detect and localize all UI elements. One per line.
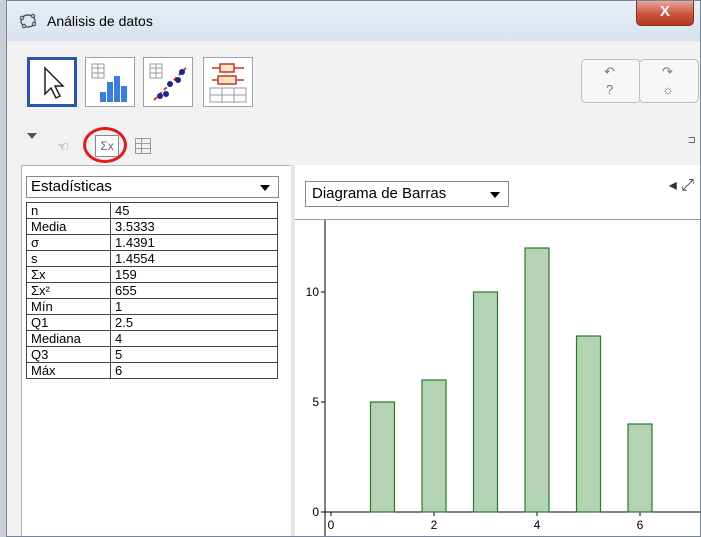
undo-icon[interactable]: ↶ bbox=[604, 64, 615, 80]
table-row: Media 3.5333 bbox=[26, 218, 278, 235]
stat-value: 6 bbox=[110, 362, 278, 379]
chevron-down-icon bbox=[260, 185, 270, 191]
title-bar[interactable]: Análisis de datos X bbox=[7, 1, 700, 42]
bar-1 bbox=[369, 401, 396, 513]
highlight-circle bbox=[83, 127, 127, 163]
stat-value: 3.5333 bbox=[110, 218, 278, 235]
style-bar-toggle-icon[interactable] bbox=[27, 133, 37, 139]
chart-type-label: Diagrama de Barras bbox=[312, 185, 447, 202]
y-tick-label: 0 bbox=[312, 505, 319, 519]
table-row: Q3 5 bbox=[26, 346, 278, 363]
bar-3 bbox=[472, 291, 499, 513]
stat-label: Máx bbox=[26, 362, 111, 379]
stat-value: 1 bbox=[110, 298, 278, 315]
stat-label: σ bbox=[26, 234, 111, 251]
stat-label: Media bbox=[26, 218, 111, 235]
chart-options-icons[interactable]: ◂ ⤢ bbox=[669, 175, 694, 195]
bar-4 bbox=[524, 247, 550, 513]
stat-label: n bbox=[26, 202, 111, 219]
scatter-regression-icon bbox=[149, 63, 187, 101]
x-tick-label: 2 bbox=[431, 518, 438, 532]
stat-value: 1.4391 bbox=[110, 234, 278, 251]
redo-icon[interactable]: ↷ bbox=[662, 64, 673, 80]
style-bar: ☜ Σx ⊐ bbox=[7, 123, 700, 165]
stat-label: Mín bbox=[26, 298, 111, 315]
stat-label: Q1 bbox=[26, 314, 111, 331]
stat-value: 4 bbox=[110, 330, 278, 347]
table-row: Mín 1 bbox=[26, 298, 278, 315]
x-tick-label: 4 bbox=[534, 518, 541, 532]
stat-value: 45 bbox=[110, 202, 278, 219]
two-variable-regression-button[interactable] bbox=[143, 57, 193, 107]
toolbar: ↶ ? ↷ ☼ bbox=[7, 41, 700, 123]
help-icon[interactable]: ? bbox=[606, 82, 613, 97]
hand-icon[interactable]: ☜ bbox=[57, 139, 69, 155]
settings-icon[interactable]: ☼ bbox=[662, 82, 674, 97]
undo-help-group: ↶ ? bbox=[581, 59, 641, 103]
histogram-icon bbox=[91, 63, 127, 102]
stat-value: 5 bbox=[110, 346, 278, 363]
stat-value: 159 bbox=[110, 266, 278, 283]
statistics-dropdown[interactable]: Estadísticas bbox=[26, 176, 279, 198]
stat-label: s bbox=[26, 250, 111, 267]
stat-label: Σx bbox=[26, 266, 111, 283]
boxplot-table-icon bbox=[209, 63, 247, 103]
table-row: Máx 6 bbox=[26, 362, 278, 379]
table-row: Mediana 4 bbox=[26, 330, 278, 347]
stat-value: 655 bbox=[110, 282, 278, 299]
y-tick-label: 10 bbox=[306, 285, 320, 299]
table-row: Σx² 655 bbox=[26, 282, 278, 299]
table-row: s 1.4554 bbox=[26, 250, 278, 267]
chart-panel: Diagrama de Barras ◂ ⤢ 0 5 10 0 2 4 6 bbox=[295, 165, 700, 536]
stat-label: Σx² bbox=[26, 282, 111, 299]
stat-label: Q3 bbox=[26, 346, 111, 363]
geogebra-logo-icon bbox=[19, 13, 37, 29]
bar-6 bbox=[627, 423, 653, 513]
one-variable-analysis-button[interactable] bbox=[85, 57, 135, 107]
table-row: Q1 2.5 bbox=[26, 314, 278, 331]
x-tick-label: 6 bbox=[637, 518, 644, 532]
redo-settings-group: ↷ ☼ bbox=[639, 59, 699, 103]
statistics-panel: Estadísticas n 45 Media 3.5333 σ 1.4391 s 1.… bbox=[21, 165, 293, 536]
close-icon: X bbox=[659, 3, 670, 20]
close-button[interactable]: X bbox=[636, 1, 694, 26]
multi-variable-analysis-button[interactable] bbox=[203, 57, 253, 107]
data-table-icon[interactable] bbox=[135, 138, 151, 154]
bar-5 bbox=[575, 335, 602, 513]
bar-2 bbox=[421, 379, 447, 513]
stat-label: Mediana bbox=[26, 330, 111, 347]
x-tick-label: 0 bbox=[328, 518, 335, 532]
dock-icon[interactable]: ⊐ bbox=[688, 135, 696, 146]
data-analysis-window: Análisis de datos X ↶ ? ↷ ☼ ☜ Σx ⊐ Estad… bbox=[6, 0, 701, 537]
y-tick-label: 5 bbox=[312, 395, 319, 409]
move-tool-button[interactable] bbox=[27, 57, 77, 107]
bar-chart-svg: 0 5 10 0 2 4 6 bbox=[306, 220, 700, 536]
table-row: n 45 bbox=[26, 202, 278, 219]
stat-value: 1.4554 bbox=[110, 250, 278, 267]
chart-type-dropdown[interactable]: Diagrama de Barras bbox=[305, 181, 509, 207]
window-title: Análisis de datos bbox=[47, 13, 153, 29]
statistics-dropdown-label: Estadísticas bbox=[31, 178, 112, 195]
bar-chart[interactable]: 0 5 10 0 2 4 6 bbox=[295, 219, 700, 536]
chevron-down-icon bbox=[490, 192, 500, 198]
table-row: Σx 159 bbox=[26, 266, 278, 283]
arrow-cursor-icon bbox=[44, 66, 65, 100]
stat-value: 2.5 bbox=[110, 314, 278, 331]
statistics-table: n 45 Media 3.5333 σ 1.4391 s 1.4554 Σx 159 Σx… bbox=[26, 202, 278, 379]
table-row: σ 1.4391 bbox=[26, 234, 278, 251]
